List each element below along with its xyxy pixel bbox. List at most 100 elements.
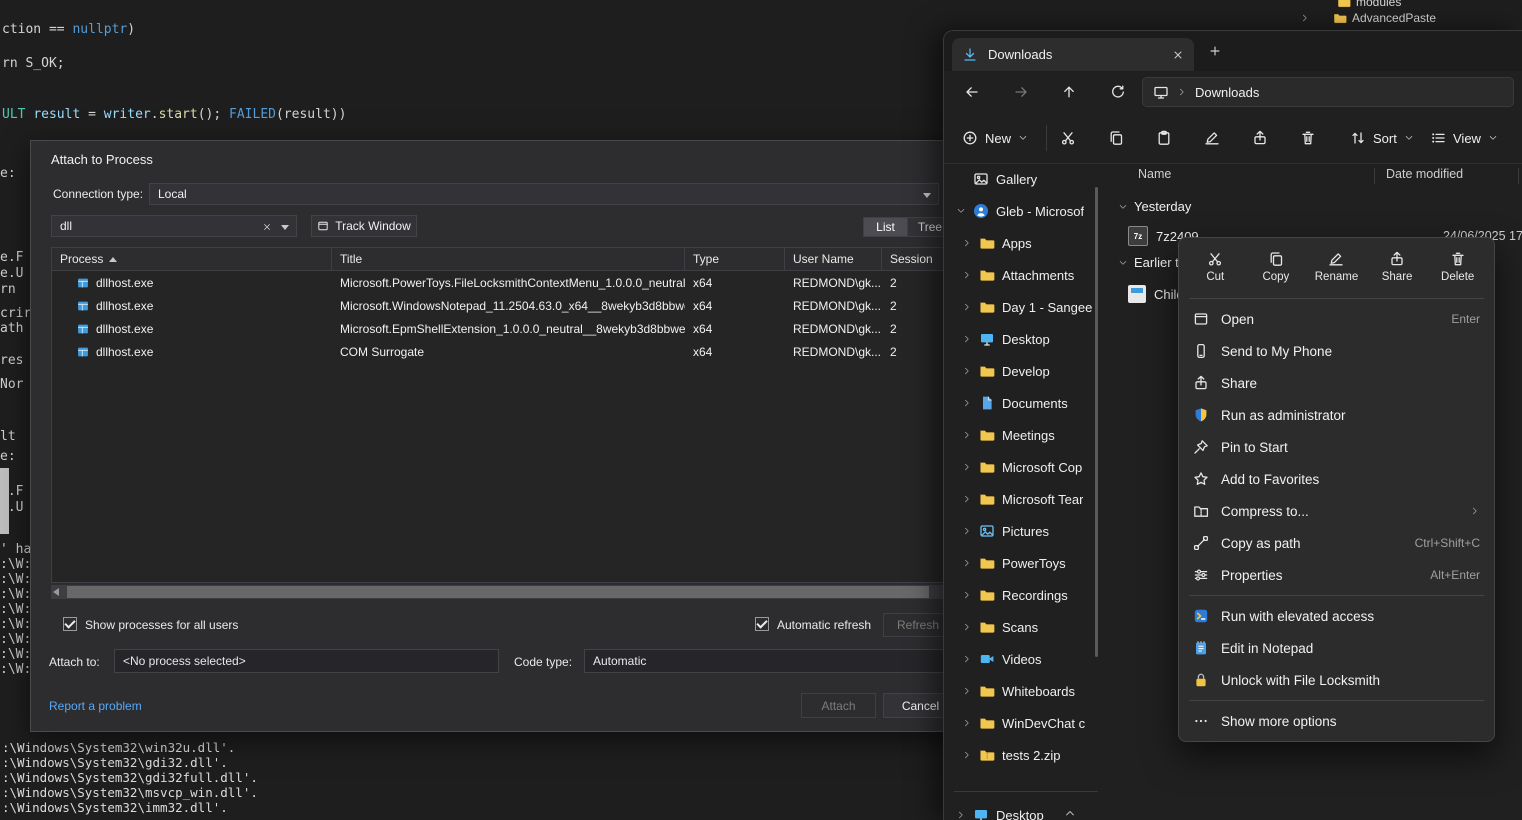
quick-copy-button[interactable]: Copy <box>1248 251 1304 283</box>
report-a-problem-link[interactable]: Report a problem <box>49 699 142 713</box>
tree-item-advancedpaste[interactable]: AdvancedPaste <box>1300 11 1436 25</box>
sidebar-item-attachments[interactable]: Attachments <box>944 259 1112 291</box>
chevron-down-icon[interactable] <box>956 206 966 216</box>
sort-button[interactable]: Sort <box>1342 122 1422 154</box>
view-button[interactable]: View <box>1422 122 1506 154</box>
sidebar-item-desktop[interactable]: Desktop <box>944 323 1112 355</box>
scrollbar-thumb[interactable] <box>67 586 929 598</box>
menu-item-pin-to-start[interactable]: Pin to Start <box>1179 431 1494 463</box>
chevron-right-icon[interactable] <box>962 654 972 664</box>
table-row[interactable]: dllhost.exe Microsoft.WindowsNotepad_11.… <box>52 294 953 317</box>
column-header-title[interactable]: Title <box>332 248 685 270</box>
scroll-up-chevron-icon[interactable] <box>1064 807 1076 819</box>
up-button[interactable] <box>1055 78 1083 106</box>
refresh-button-explorer[interactable] <box>1104 78 1132 106</box>
chevron-right-icon[interactable] <box>962 750 972 760</box>
sidebar-item-gallery[interactable]: Gallery <box>944 163 1112 195</box>
tab-downloads[interactable]: Downloads <box>952 38 1194 71</box>
sidebar-item-videos[interactable]: Videos <box>944 643 1112 675</box>
sidebar-item-pictures[interactable]: Pictures <box>944 515 1112 547</box>
chevron-down-icon[interactable] <box>1118 258 1128 268</box>
menu-item-run-as-administrator[interactable]: Run as administrator <box>1179 399 1494 431</box>
menu-item-share[interactable]: Share <box>1179 367 1494 399</box>
quick-cut-button[interactable]: Cut <box>1187 251 1243 283</box>
chevron-down-icon[interactable] <box>1118 202 1128 212</box>
group-yesterday[interactable]: Yesterday <box>1118 199 1191 214</box>
connection-type-select[interactable]: Local <box>149 183 939 205</box>
column-header-process[interactable]: Process <box>52 248 332 270</box>
column-header-date-modified[interactable]: Date modified <box>1386 167 1463 181</box>
sidebar-item-apps[interactable]: Apps <box>944 227 1112 259</box>
quick-rename-button[interactable]: Rename <box>1308 251 1364 283</box>
chevron-right-icon[interactable] <box>962 366 972 376</box>
chevron-right-icon[interactable] <box>962 430 972 440</box>
menu-item-unlock-with-file-locksmith[interactable]: Unlock with File Locksmith <box>1179 664 1494 696</box>
automatic-refresh-checkbox[interactable] <box>755 617 769 631</box>
paste-button[interactable] <box>1148 122 1180 154</box>
rename-button[interactable] <box>1196 122 1228 154</box>
new-tab-icon[interactable] <box>1208 44 1222 58</box>
chevron-right-icon[interactable] <box>962 398 972 408</box>
process-filter-input[interactable]: dll <box>51 215 297 237</box>
column-header-type[interactable]: Type <box>685 248 785 270</box>
quick-share-button[interactable]: Share <box>1369 251 1425 283</box>
chevron-down-icon[interactable] <box>281 225 289 230</box>
cut-button[interactable] <box>1052 122 1084 154</box>
menu-item-open[interactable]: OpenEnter <box>1179 303 1494 335</box>
menu-item-send-to-phone[interactable]: Send to My Phone <box>1179 335 1494 367</box>
menu-item-copy-as-path[interactable]: Copy as pathCtrl+Shift+C <box>1179 527 1494 559</box>
sidebar-item-recordings[interactable]: Recordings <box>944 579 1112 611</box>
code-type-field[interactable]: Automatic <box>584 649 956 673</box>
column-divider[interactable] <box>1518 168 1519 184</box>
back-button[interactable] <box>958 78 986 106</box>
sidebar-item-desktop-bottom[interactable]: Desktop <box>944 799 1112 820</box>
new-button[interactable]: New <box>954 122 1036 154</box>
table-row[interactable]: dllhost.exe Microsoft.EpmShellExtension_… <box>52 317 953 340</box>
column-header-user[interactable]: User Name <box>785 248 882 270</box>
horizontal-scrollbar[interactable] <box>51 585 954 599</box>
sidebar-item-tests2zip[interactable]: tests 2.zip <box>944 739 1112 771</box>
sidebar-item-day1[interactable]: Day 1 - Sangee <box>944 291 1112 323</box>
sidebar-item-documents[interactable]: Documents <box>944 387 1112 419</box>
share-button[interactable] <box>1244 122 1276 154</box>
sidebar-item-microsoft-cop[interactable]: Microsoft Cop <box>944 451 1112 483</box>
menu-item-edit-in-notepad[interactable]: Edit in Notepad <box>1179 632 1494 664</box>
close-tab-icon[interactable] <box>1172 49 1184 61</box>
sidebar-item-whiteboards[interactable]: Whiteboards <box>944 675 1112 707</box>
menu-item-add-to-favorites[interactable]: Add to Favorites <box>1179 463 1494 495</box>
chevron-right-icon[interactable] <box>962 270 972 280</box>
sidebar-item-develop[interactable]: Develop <box>944 355 1112 387</box>
chevron-right-icon[interactable] <box>962 718 972 728</box>
scroll-left-arrow[interactable] <box>53 588 59 596</box>
chevron-right-icon[interactable] <box>962 622 972 632</box>
sidebar-item-powertoys[interactable]: PowerToys <box>944 547 1112 579</box>
editor-scrollbar-fragment[interactable] <box>0 468 9 534</box>
chevron-right-icon[interactable] <box>962 590 972 600</box>
menu-item-show-more-options[interactable]: Show more options <box>1179 705 1494 737</box>
chevron-right-icon[interactable] <box>962 686 972 696</box>
sidebar-item-scans[interactable]: Scans <box>944 611 1112 643</box>
attach-button[interactable]: Attach <box>801 693 876 718</box>
group-earlier[interactable]: Earlier t <box>1118 255 1179 270</box>
column-divider[interactable] <box>1374 168 1375 184</box>
chevron-right-icon[interactable] <box>956 810 966 820</box>
tree-item-modules[interactable]: modules <box>1337 0 1401 9</box>
attach-to-field[interactable]: <No process selected> <box>114 649 499 673</box>
delete-button[interactable] <box>1292 122 1324 154</box>
address-bar[interactable]: Downloads <box>1142 77 1514 107</box>
chevron-right-icon[interactable] <box>962 494 972 504</box>
menu-item-run-with-elevated-access[interactable]: Run with elevated access <box>1179 600 1494 632</box>
menu-item-properties[interactable]: PropertiesAlt+Enter <box>1179 559 1494 591</box>
sidebar-item-windevchat[interactable]: WinDevChat c <box>944 707 1112 739</box>
sidebar-scrollbar[interactable] <box>1095 187 1098 657</box>
quick-delete-button[interactable]: Delete <box>1430 251 1486 283</box>
forward-button[interactable] <box>1007 78 1035 106</box>
chevron-right-icon[interactable] <box>962 302 972 312</box>
sidebar-item-microsoft-tear[interactable]: Microsoft Tear <box>944 483 1112 515</box>
view-list-toggle[interactable]: List <box>863 217 908 237</box>
chevron-right-icon[interactable] <box>1300 13 1310 23</box>
sidebar-item-meetings[interactable]: Meetings <box>944 419 1112 451</box>
clear-filter-icon[interactable] <box>262 222 272 232</box>
chevron-right-icon[interactable] <box>1177 87 1187 97</box>
table-row[interactable]: dllhost.exe Microsoft.PowerToys.FileLock… <box>52 271 953 294</box>
